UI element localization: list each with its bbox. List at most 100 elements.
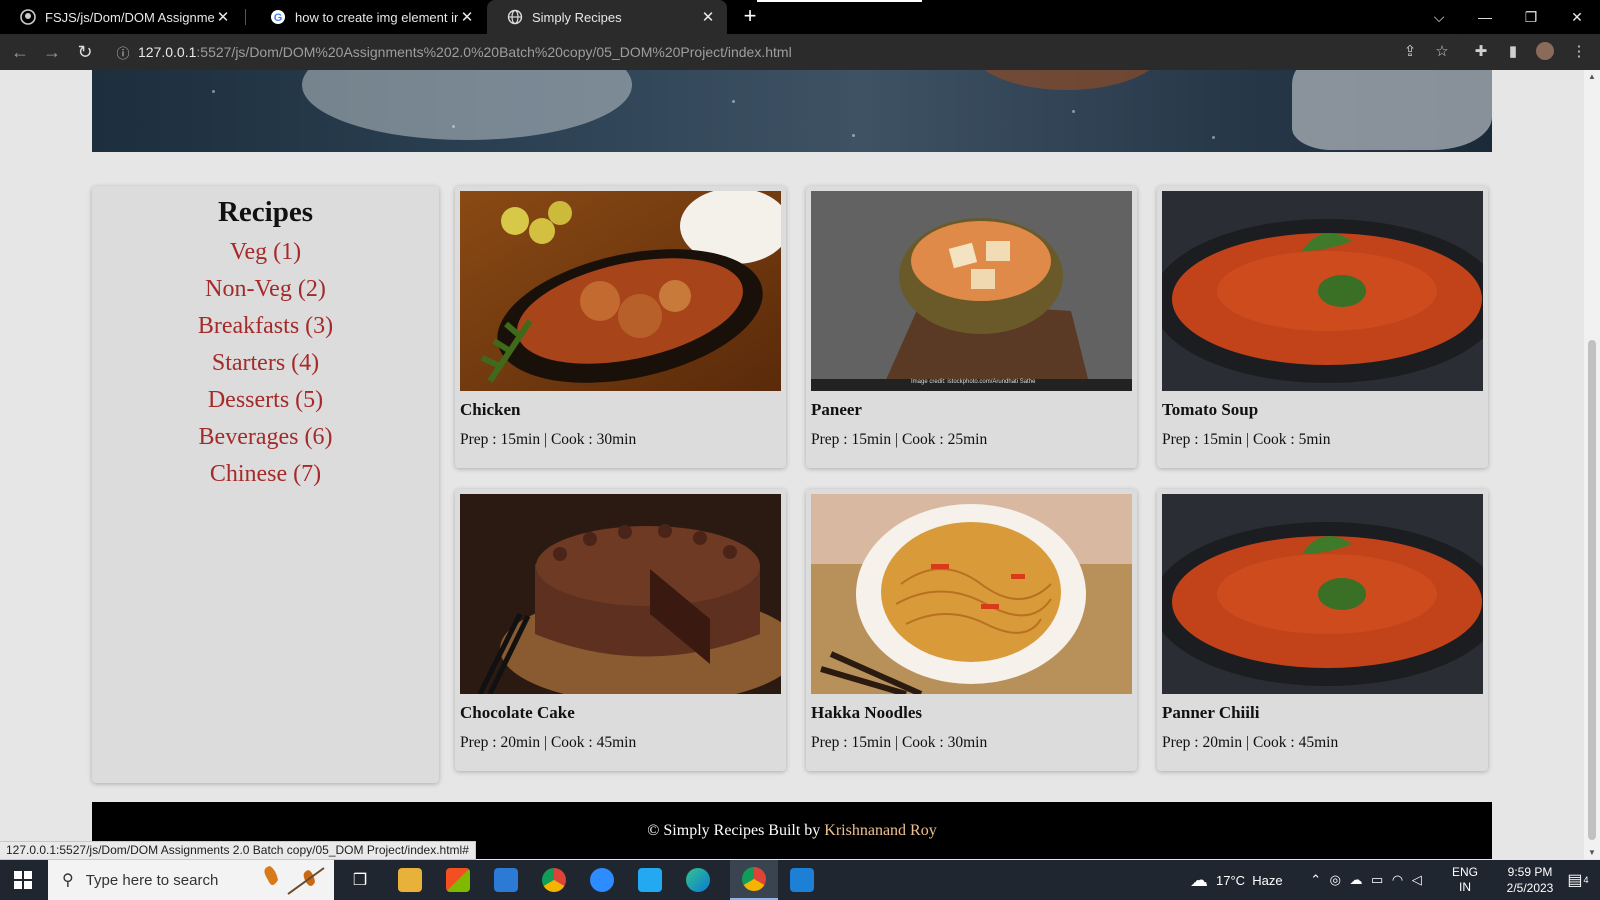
system-tray: ⌃ ◎ ☁ ▭ ◠ ◁: [1306, 860, 1426, 900]
edge-icon[interactable]: [674, 860, 722, 900]
category-link-starters[interactable]: Starters (4): [92, 345, 439, 382]
share-icon[interactable]: ⇪: [1400, 42, 1420, 62]
sidebar-heading: Recipes: [217, 196, 314, 228]
vscode-icon[interactable]: [626, 860, 674, 900]
category-link-beverages[interactable]: Beverages (6): [92, 419, 439, 456]
taskbar-search-input[interactable]: ⚲ Type here to search: [48, 860, 334, 900]
site-info-icon[interactable]: ⓘ: [108, 43, 138, 62]
weather-widget[interactable]: ☁ 17°C Haze: [1190, 860, 1283, 900]
page-scrollbar[interactable]: ▲ ▼: [1584, 70, 1600, 859]
file-explorer-icon[interactable]: [386, 860, 434, 900]
clock-time: 9:59 PM: [1507, 865, 1553, 879]
minimize-icon[interactable]: —: [1462, 0, 1508, 34]
omnibox[interactable]: ⓘ 127.0.0.1:5527/js/Dom/DOM%20Assignment…: [108, 37, 1468, 67]
tab-search-icon[interactable]: ⌵: [1416, 0, 1462, 34]
close-tab-icon[interactable]: ✕: [214, 8, 232, 26]
scrollbar-thumb[interactable]: [1588, 340, 1596, 840]
close-window-icon[interactable]: ✕: [1554, 0, 1600, 34]
task-view-icon[interactable]: ❒: [336, 860, 384, 900]
windows-taskbar: ⚲ Type here to search ❒ ☁ 17°C Haze ⌃ ◎ …: [0, 860, 1600, 900]
category-link-breakfasts[interactable]: Breakfasts (3): [92, 308, 439, 345]
weather-desc: Haze: [1252, 872, 1283, 888]
tab-github[interactable]: FSJS/js/Dom/DOM Assignments ✕: [0, 0, 242, 34]
recipe-card[interactable]: Chocolate Cake Prep : 20min | Cook : 45m…: [455, 489, 786, 771]
search-placeholder: Type here to search: [85, 871, 219, 889]
scroll-down-icon[interactable]: ▼: [1584, 848, 1600, 857]
category-link-chinese[interactable]: Chinese (7): [92, 456, 439, 493]
recipe-image-hakka-noodles: [811, 494, 1132, 694]
recipe-card[interactable]: Image credit: istockphoto.com/Arundhati …: [806, 186, 1137, 468]
recipe-card[interactable]: Hakka Noodles Prep : 15min | Cook : 30mi…: [806, 489, 1137, 771]
meet-now-icon[interactable]: ◎: [1330, 872, 1341, 888]
tab-title: FSJS/js/Dom/DOM Assignments: [45, 9, 214, 25]
recipe-times: Prep : 15min | Cook : 30min: [460, 431, 637, 448]
clock[interactable]: 9:59 PM 2/5/2023: [1490, 860, 1570, 900]
recipe-image-chicken: [460, 191, 781, 391]
recipe-times: Prep : 15min | Cook : 25min: [811, 431, 988, 448]
recipe-times: Prep : 15min | Cook : 5min: [1162, 431, 1331, 448]
wifi-icon[interactable]: ◠: [1392, 872, 1403, 888]
svg-text:G: G: [274, 12, 283, 24]
notification-count: 4: [1583, 875, 1589, 885]
bookmark-star-icon[interactable]: ☆: [1432, 42, 1452, 62]
language-indicator[interactable]: ENG IN: [1452, 860, 1478, 900]
recipe-image-tomato-soup: [1162, 191, 1483, 391]
butterfly-decoration-icon: [258, 864, 328, 896]
recipe-times: Prep : 20min | Cook : 45min: [1162, 734, 1339, 751]
recipe-card[interactable]: Chicken Prep : 15min | Cook : 30min: [455, 186, 786, 468]
notification-center-icon[interactable]: ▤ 4: [1560, 860, 1596, 900]
recipe-image-paneer: Image credit: istockphoto.com/Arundhati …: [811, 191, 1132, 391]
recipe-title: Tomato Soup: [1162, 400, 1259, 419]
google-icon: G: [271, 10, 285, 24]
close-tab-icon[interactable]: ✕: [458, 8, 476, 26]
chrome-active-icon[interactable]: [730, 860, 778, 900]
chevron-up-icon[interactable]: ⌃: [1310, 872, 1321, 888]
author-link[interactable]: Krishnanand Roy: [824, 822, 936, 839]
mail-icon[interactable]: [482, 860, 530, 900]
restore-icon[interactable]: ❐: [1508, 0, 1554, 34]
search-icon: ⚲: [62, 872, 74, 889]
forward-icon[interactable]: →: [40, 40, 64, 64]
battery-icon[interactable]: ▭: [1371, 872, 1383, 888]
tab-title: Simply Recipes: [532, 9, 622, 25]
side-panel-icon[interactable]: ▮: [1503, 42, 1523, 62]
start-windows-icon[interactable]: [0, 860, 46, 900]
link-status-bar: 127.0.0.1:5527/js/Dom/DOM Assignments 2.…: [0, 841, 476, 860]
browser-tab-strip: FSJS/js/Dom/DOM Assignments ✕ G how to c…: [0, 0, 1600, 34]
close-tab-icon[interactable]: ✕: [699, 8, 717, 26]
globe-icon: [507, 9, 523, 25]
page-viewport: Recipes Veg (1) Non-Veg (2) Breakfasts (…: [0, 70, 1584, 859]
profile-avatar[interactable]: [1535, 42, 1555, 62]
weather-cloud-icon: ☁: [1190, 869, 1208, 890]
github-icon: [20, 9, 36, 25]
onedrive-icon[interactable]: ☁: [1350, 872, 1363, 888]
category-link-non-veg[interactable]: Non-Veg (2): [92, 271, 439, 308]
menu-kebab-icon[interactable]: ⋮: [1569, 42, 1589, 62]
recipe-card[interactable]: Panner Chiili Prep : 20min | Cook : 45mi…: [1157, 489, 1488, 771]
new-tab-button[interactable]: +: [738, 5, 762, 29]
chrome-icon[interactable]: [530, 860, 578, 900]
tab-google-search[interactable]: G how to create img element in java ✕: [250, 0, 486, 34]
recipe-image-panner-chiili: [1162, 494, 1483, 694]
microsoft-store-icon[interactable]: [434, 860, 482, 900]
reload-icon[interactable]: ↻: [73, 40, 97, 64]
recipe-card[interactable]: Tomato Soup Prep : 15min | Cook : 5min: [1157, 186, 1488, 468]
recipe-title: Hakka Noodles: [811, 703, 922, 722]
loading-indicator: [757, 0, 922, 2]
extensions-icon[interactable]: ✚: [1471, 42, 1491, 62]
hero-banner-image: [92, 70, 1492, 152]
back-icon[interactable]: ←: [8, 40, 32, 64]
zoom-icon[interactable]: [578, 860, 626, 900]
clock-date: 2/5/2023: [1506, 881, 1554, 895]
tab-title: how to create img element in java: [295, 9, 458, 25]
scroll-up-icon[interactable]: ▲: [1584, 72, 1600, 81]
category-link-veg[interactable]: Veg (1): [92, 234, 439, 271]
weather-temp: 17°C: [1216, 872, 1246, 888]
tab-simply-recipes[interactable]: Simply Recipes ✕: [487, 0, 727, 34]
image-credit: Image credit: istockphoto.com/Arundhati …: [911, 379, 1036, 385]
volume-icon[interactable]: ◁: [1412, 872, 1422, 888]
category-link-desserts[interactable]: Desserts (5): [92, 382, 439, 419]
url-text[interactable]: 127.0.0.1:5527/js/Dom/DOM%20Assignments%…: [138, 44, 792, 60]
photos-icon[interactable]: [778, 860, 826, 900]
recipe-title: Paneer: [811, 400, 862, 419]
